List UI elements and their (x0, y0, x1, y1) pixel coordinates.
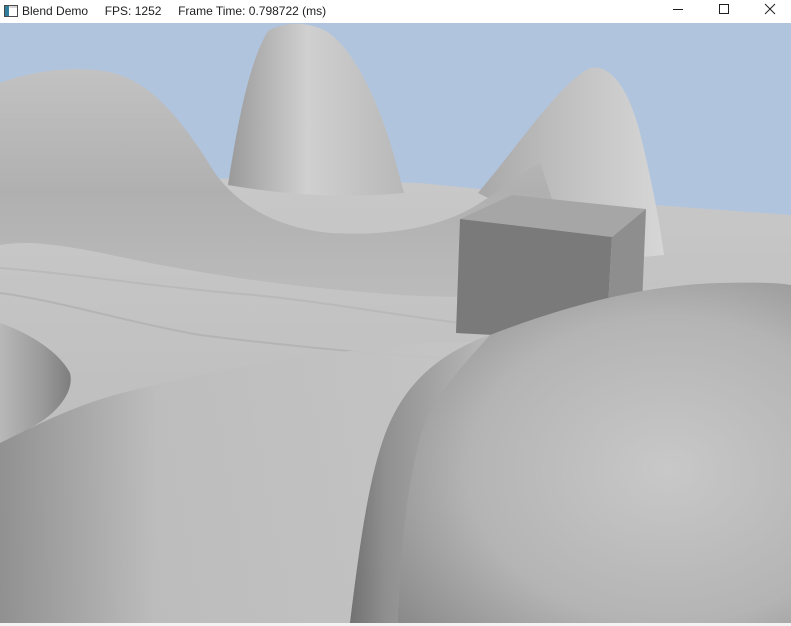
render-viewport[interactable] (0, 23, 791, 623)
window-title: Blend Demo FPS: 1252 Frame Time: 0.79872… (22, 3, 326, 19)
title-bar[interactable]: Blend Demo FPS: 1252 Frame Time: 0.79872… (0, 0, 791, 23)
minimize-icon (673, 8, 683, 10)
scene-3d (0, 23, 791, 623)
app-window: Blend Demo FPS: 1252 Frame Time: 0.79872… (0, 0, 791, 626)
frame-time-readout: Frame Time: 0.798722 (ms) (178, 4, 327, 18)
app-title: Blend Demo (22, 4, 89, 18)
maximize-icon (719, 3, 729, 14)
close-button[interactable] (747, 0, 791, 17)
maximize-button[interactable] (701, 0, 747, 17)
minimize-button[interactable] (655, 0, 701, 17)
fps-readout: FPS: 1252 (104, 4, 162, 18)
app-icon (4, 5, 18, 17)
close-icon (764, 3, 776, 14)
